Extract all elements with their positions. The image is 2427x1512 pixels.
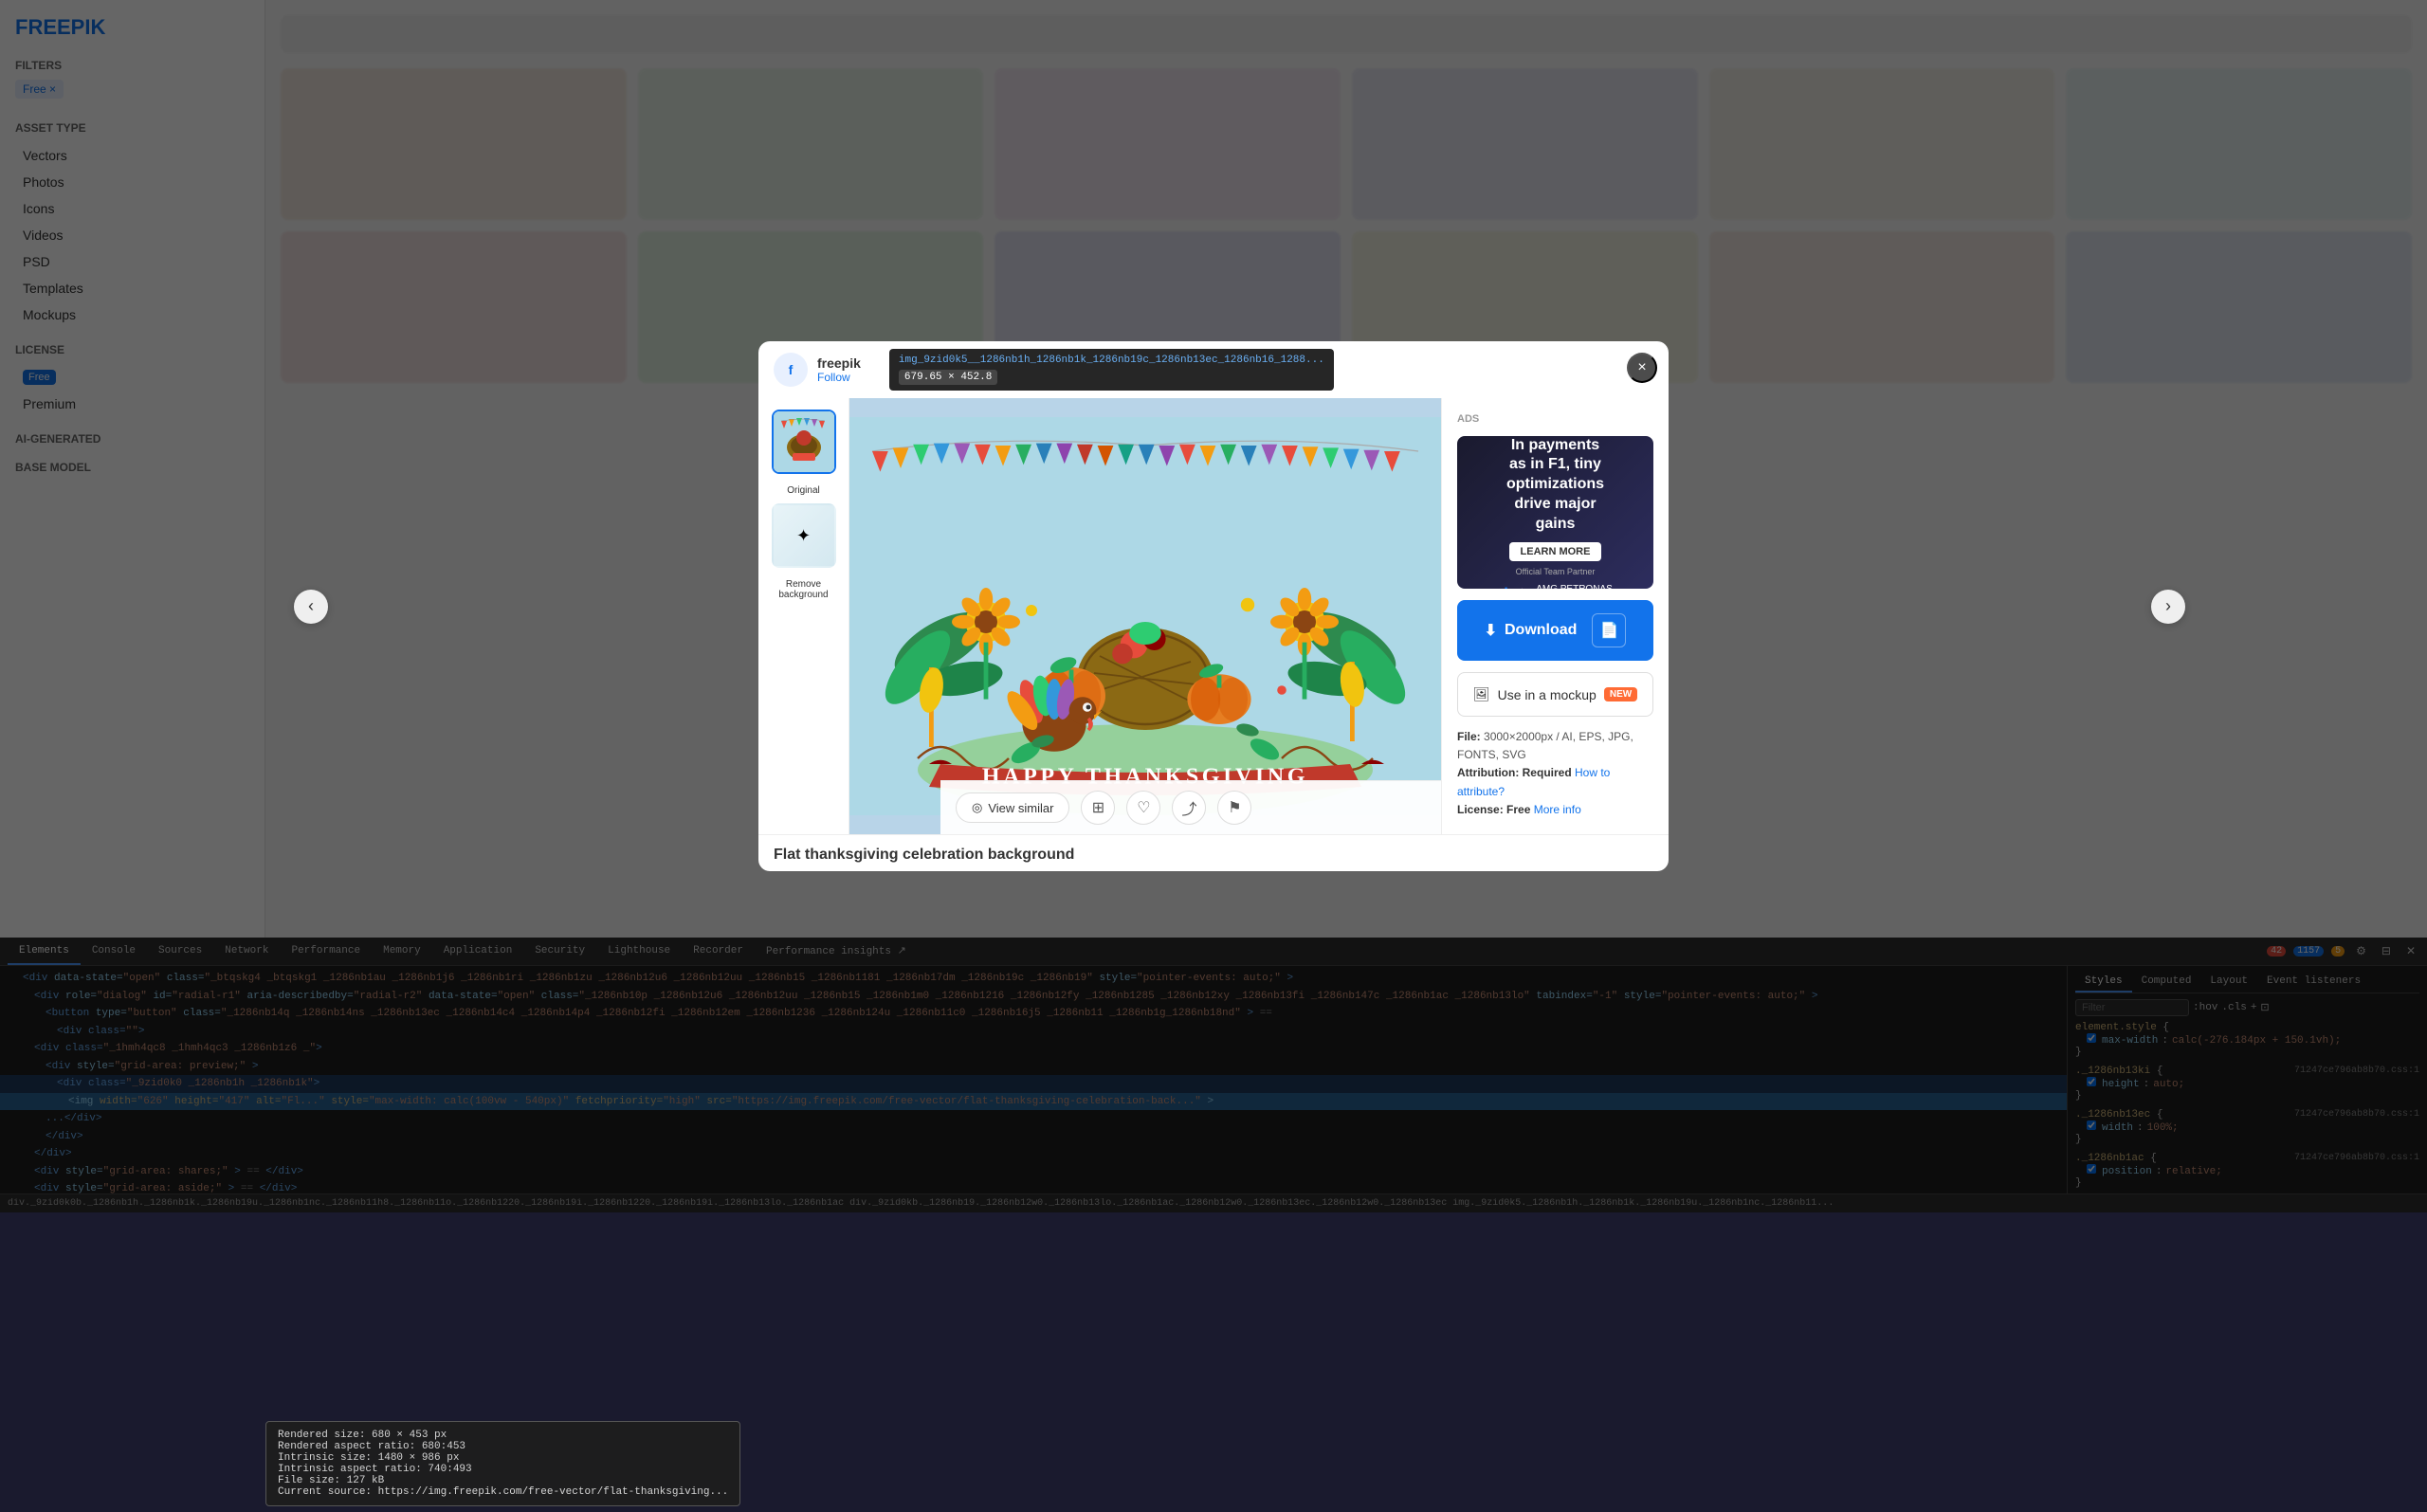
close-button[interactable]: × <box>1627 353 1657 383</box>
element-tooltip: img_9zid0k5__1286nb1h_1286nb1k_1286nb19c… <box>889 349 1334 391</box>
view-similar-icon: ◎ <box>972 800 982 815</box>
attribution-row: Attribution: Required How to attribute? <box>1457 764 1653 800</box>
preview-area: HAPPY THANKSGIVING <box>849 398 1441 834</box>
thumbnail-remove-bg[interactable]: ✦ <box>772 503 836 568</box>
ad-headline: In paymentsas in F1, tinyoptimizationsdr… <box>1506 436 1604 535</box>
next-arrow[interactable]: › <box>2151 590 2185 624</box>
modal-title: Flat thanksgiving celebration background <box>774 847 1074 863</box>
author-name: freepik <box>817 355 861 371</box>
license-row: License: Free More info <box>1457 801 1653 819</box>
download-button[interactable]: ⬇ Download 📄 <box>1457 600 1653 661</box>
mockup-icon: 🖼 <box>1473 686 1490 702</box>
thumbnail-original-img <box>774 411 834 472</box>
heart-button[interactable]: ♡ <box>1126 791 1160 825</box>
prev-arrow[interactable]: ‹ <box>294 590 328 624</box>
thumbnail-sidebar: Original ✦ Remove background <box>758 398 849 834</box>
ad-sub: Official Team Partner <box>1516 567 1596 576</box>
attribution-label: Attribution: Required <box>1457 766 1572 779</box>
file-info: File: 3000×2000px / AI, EPS, JPG, FONTS,… <box>1457 728 1653 819</box>
new-badge: NEW <box>1604 687 1637 701</box>
download-format-btn[interactable]: 📄 <box>1592 613 1626 647</box>
tooltip-class: img_9zid0k5__1286nb1h_1286nb1k_1286nb19c… <box>899 355 1324 366</box>
file-label: File: <box>1457 730 1481 743</box>
flag-button[interactable]: ⚑ <box>1217 791 1251 825</box>
ad-learn-btn[interactable]: LEARN MORE <box>1509 542 1602 561</box>
bookmark-button[interactable]: ⊞ <box>1081 791 1115 825</box>
license-label: License: Free <box>1457 803 1530 816</box>
download-icon: ⬇ <box>1485 621 1497 640</box>
preview-image: HAPPY THANKSGIVING <box>849 398 1441 834</box>
share-button[interactable]: ⤴ <box>1172 791 1206 825</box>
download-label: Download <box>1505 622 1577 639</box>
mockup-label: Use in a mockup <box>1498 687 1597 702</box>
ad-logo-amg: AMG PETRONAS Formula One Team <box>1536 584 1642 590</box>
mockup-button[interactable]: 🖼 Use in a mockup NEW <box>1457 672 1653 717</box>
thumbnail-remove-bg-label: Remove background <box>770 579 837 600</box>
flag-icon: ⚑ <box>1228 798 1241 817</box>
remove-bg-icon: ✦ <box>796 526 811 546</box>
view-similar-label: View similar <box>988 801 1053 815</box>
follow-button[interactable]: Follow <box>817 371 861 384</box>
modal-overlay[interactable]: × f freepik Follow img_9zid0k5__1286nb1h… <box>0 0 2427 1212</box>
file-value: 3000×2000px / AI, EPS, JPG, FONTS, SVG <box>1457 730 1633 761</box>
ad-logos: nuvei ✶ AMG PETRONAS Formula One Team <box>1469 584 1642 590</box>
right-panel: ADS Formula 1 inspired In paymentsas in … <box>1441 398 1669 834</box>
modal-inner: Original ✦ Remove background <box>758 398 1669 834</box>
modal-title-bar: Flat thanksgiving celebration background <box>758 834 1669 871</box>
share-icon: ⤴ <box>1181 796 1196 819</box>
amg-icon: ✶ <box>1516 585 1528 590</box>
ads-label: ADS <box>1457 413 1653 425</box>
file-size-row: File: 3000×2000px / AI, EPS, JPG, FONTS,… <box>1457 728 1653 764</box>
author-avatar: f <box>774 353 808 387</box>
ad-logo-nuvei: nuvei <box>1469 586 1508 590</box>
action-bar: ◎ View similar ⊞ ♡ ⤴ ⚑ <box>940 780 1441 834</box>
thumbnail-original[interactable] <box>772 410 836 474</box>
tooltip-size: 679.65 × 452.8 <box>899 370 997 385</box>
modal: × f freepik Follow img_9zid0k5__1286nb1h… <box>758 341 1669 871</box>
thumbnail-original-label: Original <box>787 485 819 496</box>
ad-banner[interactable]: Formula 1 inspired In paymentsas in F1, … <box>1457 436 1653 589</box>
heart-icon: ♡ <box>1137 798 1150 817</box>
license-link[interactable]: More info <box>1534 803 1581 816</box>
bookmark-icon: ⊞ <box>1092 798 1104 817</box>
author-row: f freepik Follow img_9zid0k5__1286nb1h_1… <box>758 341 1669 398</box>
view-similar-button[interactable]: ◎ View similar <box>956 792 1069 823</box>
